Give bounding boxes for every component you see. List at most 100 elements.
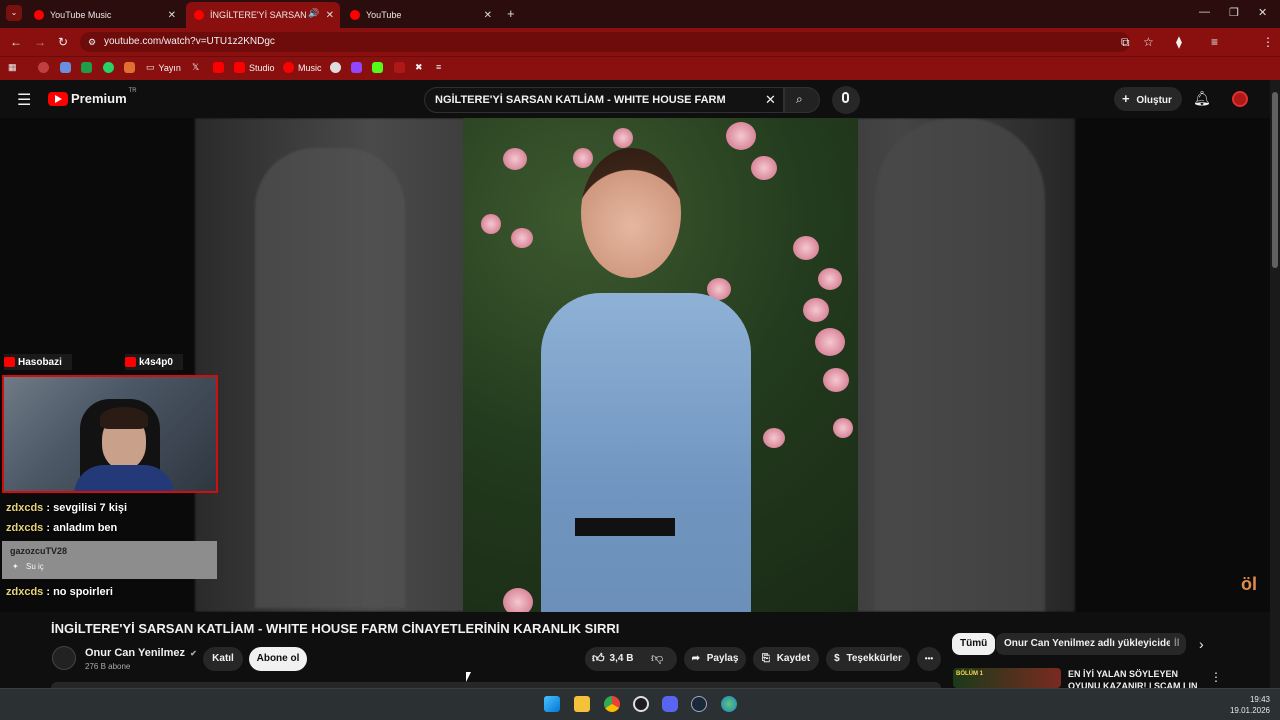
tab-youtube-music[interactable]: YouTube Music ✕	[26, 4, 182, 26]
new-tab-icon[interactable]: +	[507, 6, 515, 21]
tab-label: YouTube	[366, 10, 402, 20]
create-button[interactable]: + Oluştur	[1114, 87, 1182, 111]
bookmark-icon-2[interactable]	[60, 62, 75, 73]
search-button[interactable]: ⌕	[784, 87, 820, 113]
system-clock[interactable]: 19:43 19.01.2026	[1222, 694, 1270, 716]
reload-icon[interactable]: ↻	[58, 35, 68, 49]
channel-label-k4s4p0: k4s4p0	[125, 354, 183, 370]
install-app-icon[interactable]: ⧉	[1121, 35, 1130, 50]
notifications-bell-icon[interactable]: 🔔︎	[1193, 90, 1211, 107]
menu-hamburger-icon[interactable]: ☰	[17, 90, 31, 110]
more-actions-button[interactable]: •••	[917, 647, 941, 671]
bookmark-icon-15[interactable]: ≡	[436, 62, 441, 72]
address-bar[interactable]: ⚙ youtube.com/watch?v=UTU1z2KNDgc	[80, 32, 1130, 52]
file-explorer-icon[interactable]	[574, 696, 590, 712]
bookmark-folder-yayin[interactable]: ▭ Yayın	[146, 62, 181, 73]
youtube-logo[interactable]: Premium TR	[48, 88, 137, 106]
url-text: youtube.com/watch?v=UTU1z2KNDgc	[104, 36, 275, 47]
thanks-icon: $	[834, 653, 840, 664]
tab-youtube[interactable]: YouTube ✕	[342, 4, 498, 26]
steam-icon[interactable]	[691, 696, 707, 712]
chip-all[interactable]: Tümü	[952, 633, 996, 655]
media-control-icon[interactable]: ≡	[1211, 35, 1218, 49]
voice-search-button[interactable]	[832, 86, 860, 114]
bookmark-youtube-icon[interactable]	[213, 62, 228, 73]
extensions-icon[interactable]: ⧫	[1176, 35, 1182, 49]
forward-icon[interactable]: →	[34, 35, 46, 49]
back-icon[interactable]: ←	[10, 35, 22, 49]
minimize-icon[interactable]: —	[1199, 6, 1210, 18]
close-tab-icon[interactable]: ✕	[484, 10, 492, 21]
account-avatar[interactable]	[1232, 91, 1248, 107]
chrome-icon[interactable]	[604, 696, 620, 712]
like-count: 3,4 B	[609, 653, 634, 664]
dislike-button[interactable]: 👎︎	[651, 651, 663, 666]
browser-menu-icon[interactable]: ⋮	[1262, 35, 1274, 49]
bookmark-icon-1[interactable]	[38, 62, 53, 73]
chip-from-uploader[interactable]: Onur Can Yenilmez adlı yükleyiciden	[996, 633, 1186, 655]
tab-current-video[interactable]: İNGİLTERE'Yİ SARSAN KATLİ 🔊 ✕	[186, 2, 340, 28]
recommendation-menu-icon[interactable]: ⋮	[1210, 670, 1222, 684]
watermark-logo: öl	[1241, 574, 1257, 594]
bookmark-sheets-icon[interactable]	[81, 62, 96, 73]
browser-globe-icon[interactable]	[721, 696, 737, 712]
search-input[interactable]: NGİLTERE'Yİ SARSAN KATLİAM - WHITE HOUSE…	[424, 87, 784, 113]
share-button[interactable]: ➦ Paylaş	[684, 647, 746, 671]
obs-icon[interactable]	[633, 696, 649, 712]
clock-date: 19.01.2026	[1229, 706, 1270, 715]
search-query: NGİLTERE'Yİ SARSAN KATLİAM - WHITE HOUSE…	[435, 94, 726, 106]
clock-time: 19:43	[1249, 695, 1270, 704]
bookmark-icon-13[interactable]	[394, 62, 409, 73]
channel-avatar[interactable]	[52, 646, 76, 670]
chip-related[interactable]: İl	[1170, 633, 1186, 655]
join-button[interactable]: Katıl	[203, 647, 243, 671]
bookmark-x-icon[interactable]: 𝕏	[192, 62, 199, 73]
tab-search-dropdown-icon[interactable]: ⌄	[6, 5, 22, 21]
bookmark-icon-5[interactable]	[124, 62, 139, 73]
scrollbar-thumb[interactable]	[1272, 92, 1278, 268]
bookmark-star-icon[interactable]: ☆	[1143, 35, 1154, 49]
bookmark-kick-icon[interactable]	[372, 62, 387, 73]
apps-grid-icon[interactable]: ▦	[8, 62, 17, 73]
channel-name[interactable]: Onur Can Yenilmez ✔	[85, 647, 197, 659]
bookmark-studio[interactable]: Studio	[234, 62, 275, 73]
close-tab-icon[interactable]: ✕	[326, 10, 334, 21]
webcam-overlay	[2, 375, 218, 493]
bookmark-icon-14[interactable]: ✖	[415, 62, 423, 73]
bookmark-whatsapp-icon[interactable]	[103, 62, 118, 73]
recommendation-thumbnail[interactable]: BÖLÜM 1	[953, 668, 1061, 688]
clear-search-icon[interactable]: ✕	[765, 88, 776, 112]
bookmark-music[interactable]: Music	[283, 62, 322, 73]
site-info-icon[interactable]: ⚙	[88, 32, 96, 52]
youtube-play-icon	[48, 91, 68, 106]
subscribe-button[interactable]: Abone ol	[249, 647, 307, 671]
windows-start-icon[interactable]	[544, 696, 560, 712]
bookmark-twitch-icon[interactable]	[351, 62, 366, 73]
youtube-favicon-icon	[350, 10, 360, 20]
close-tab-icon[interactable]: ✕	[168, 10, 176, 21]
chat-message: zdxcds : no spoirleri	[6, 586, 113, 598]
like-button[interactable]: 👍︎ 3,4 B	[592, 651, 633, 666]
video-frame-photo	[463, 118, 858, 612]
recommendation-title[interactable]: EN İYİ YALAN SÖYLEYEN OYUNU KAZANIR! | S…	[1068, 668, 1198, 688]
youtube-mini-icon	[4, 357, 15, 367]
bookmark-github-icon[interactable]	[330, 62, 345, 73]
donation-message: Su iç	[26, 562, 44, 571]
restore-icon[interactable]: ❐	[1229, 6, 1239, 19]
save-button[interactable]: ⎘ Kaydet	[753, 647, 819, 671]
thumbs-up-icon: 👍︎	[592, 651, 605, 665]
channel-label-hasobazi: Hasobazi	[4, 354, 72, 370]
audio-playing-icon[interactable]: 🔊	[308, 8, 319, 19]
discord-icon[interactable]	[662, 696, 678, 712]
bookmark-icon: ⎘	[761, 653, 770, 664]
subscriber-count: 276 B abone	[85, 662, 131, 671]
donation-user: gazozcuTV28	[10, 546, 68, 556]
close-window-icon[interactable]: ✕	[1258, 6, 1267, 19]
thanks-button[interactable]: $ Teşekkürler	[826, 647, 910, 671]
chips-next-icon[interactable]: ›	[1199, 636, 1204, 652]
recommendation-badge: BÖLÜM 1	[956, 671, 983, 677]
studio-icon	[234, 62, 245, 73]
video-player[interactable]: Hasobazi k4s4p0 zdxcds : sevgilisi 7 kiş…	[0, 118, 1270, 612]
youtube-mini-icon	[125, 357, 136, 367]
youtube-favicon-icon	[194, 10, 204, 20]
